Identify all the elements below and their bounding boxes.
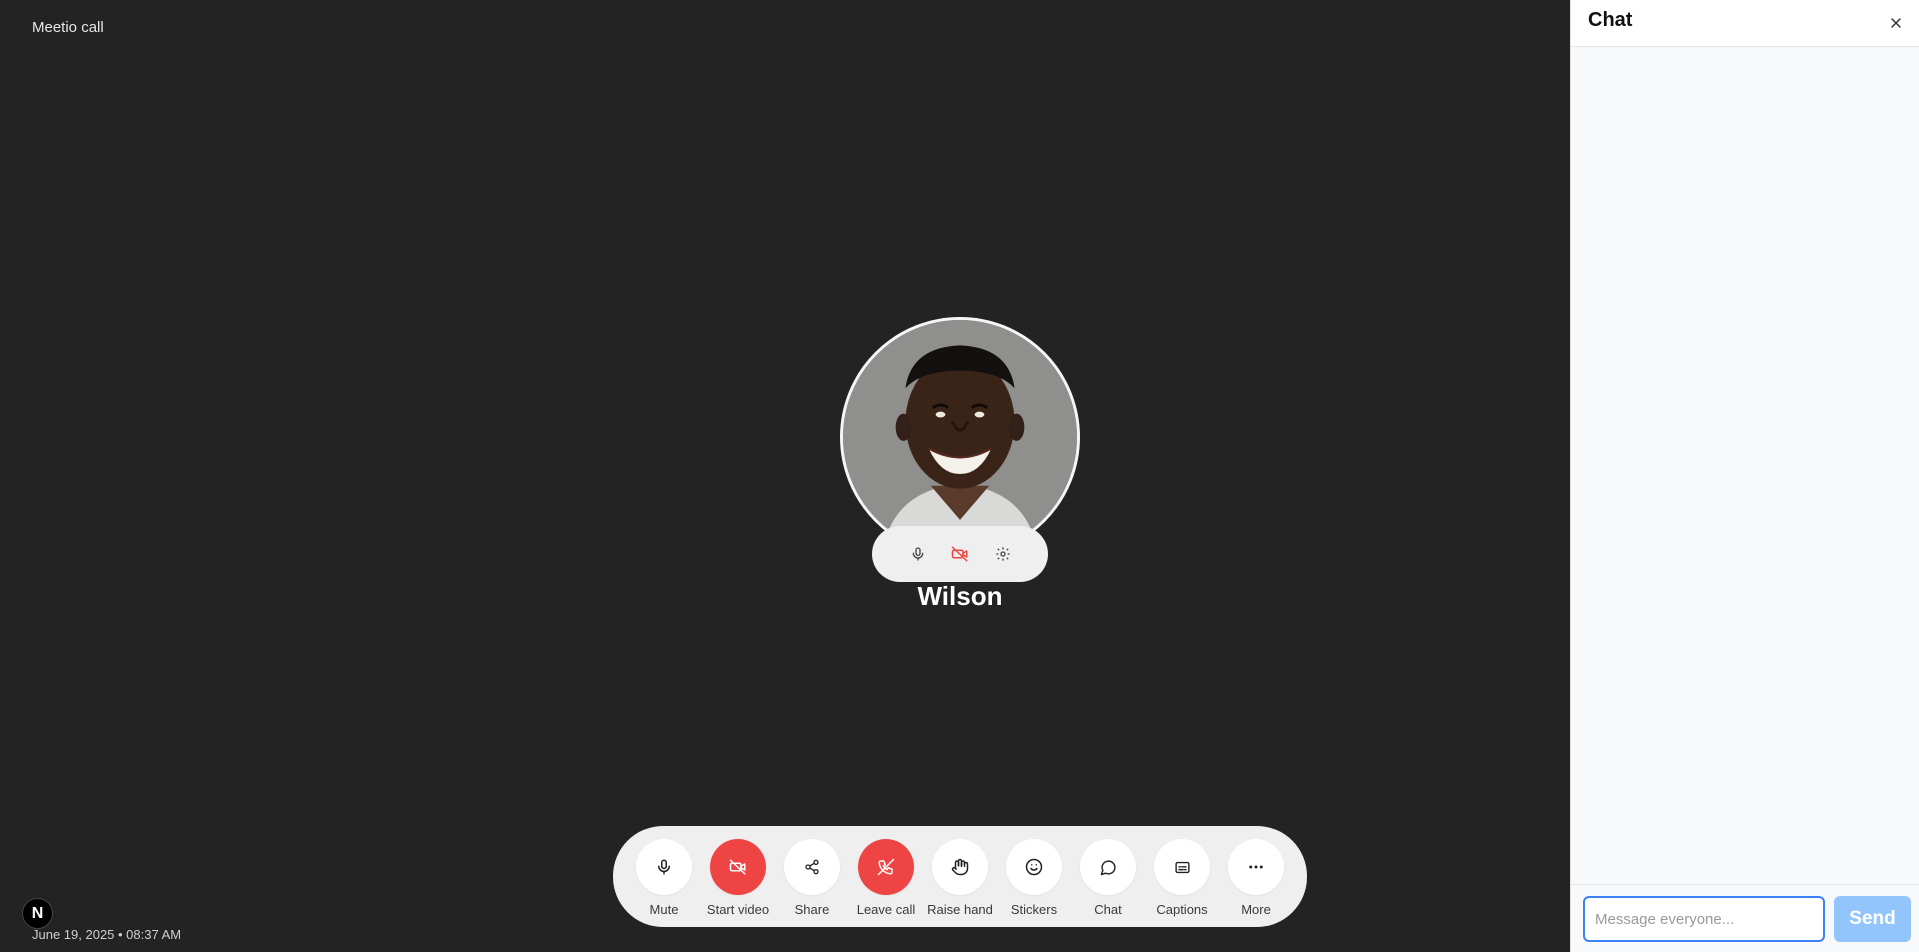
captions-control: Captions xyxy=(1145,839,1219,917)
hand-icon xyxy=(951,858,969,876)
app-title: Meetio call xyxy=(32,19,104,36)
stickers-control: Stickers xyxy=(997,839,1071,917)
microphone-icon xyxy=(658,859,670,875)
meeting-datetime: June 19, 2025 • 08:37 AM xyxy=(32,927,182,942)
chat-header: Chat xyxy=(1571,0,1919,47)
leave-call-button[interactable] xyxy=(858,839,914,895)
participant-avatar xyxy=(840,317,1080,557)
share-control: Share xyxy=(775,839,849,917)
captions-label: Captions xyxy=(1156,902,1208,917)
video-off-icon[interactable] xyxy=(949,543,971,565)
phone-off-icon xyxy=(877,858,895,876)
share-icon xyxy=(805,859,819,875)
call-stage: Meetio call Wilson Mute Start video Shar… xyxy=(0,0,1570,952)
chat-panel: Chat Send xyxy=(1570,0,1919,952)
call-toolbar: Mute Start video Share Leave call Raise … xyxy=(613,826,1307,927)
participant-photo xyxy=(843,320,1077,554)
more-label: More xyxy=(1241,902,1271,917)
microphone-icon[interactable] xyxy=(907,543,929,565)
chat-title: Chat xyxy=(1588,9,1633,31)
chat-message-input[interactable] xyxy=(1583,896,1825,942)
mute-control: Mute xyxy=(627,839,701,917)
n-logo-badge[interactable]: N xyxy=(22,898,53,929)
participant-controls xyxy=(872,526,1048,582)
gear-icon[interactable] xyxy=(992,543,1014,565)
share-button[interactable] xyxy=(784,839,840,895)
send-button[interactable]: Send xyxy=(1834,896,1911,942)
captions-button[interactable] xyxy=(1154,839,1210,895)
mute-button[interactable] xyxy=(636,839,692,895)
start-video-button[interactable] xyxy=(710,839,766,895)
raise-hand-control: Raise hand xyxy=(923,839,997,917)
leave-call-label: Leave call xyxy=(856,902,916,917)
smiley-icon xyxy=(1025,858,1043,876)
raise-hand-button[interactable] xyxy=(932,839,988,895)
mute-label: Mute xyxy=(649,902,679,917)
participant-name: Wilson xyxy=(917,581,1003,611)
close-icon xyxy=(1891,18,1901,28)
raise-hand-label: Raise hand xyxy=(927,902,993,917)
share-label: Share xyxy=(794,902,830,917)
chat-button[interactable] xyxy=(1080,839,1136,895)
leave-call-control: Leave call xyxy=(849,839,923,917)
start-video-label: Start video xyxy=(706,902,770,917)
more-dots-icon xyxy=(1249,865,1263,869)
video-off-icon xyxy=(729,859,746,875)
captions-icon xyxy=(1174,861,1190,873)
more-control: More xyxy=(1219,839,1293,917)
more-button[interactable] xyxy=(1228,839,1284,895)
chat-control: Chat xyxy=(1071,839,1145,917)
chat-close-button[interactable] xyxy=(1885,12,1907,34)
chat-composer: Send xyxy=(1571,884,1919,952)
chat-label: Chat xyxy=(1094,902,1122,917)
stickers-label: Stickers xyxy=(1010,902,1058,917)
start-video-control: Start video xyxy=(701,839,775,917)
stickers-button[interactable] xyxy=(1006,839,1062,895)
chat-bubble-icon xyxy=(1100,859,1116,875)
